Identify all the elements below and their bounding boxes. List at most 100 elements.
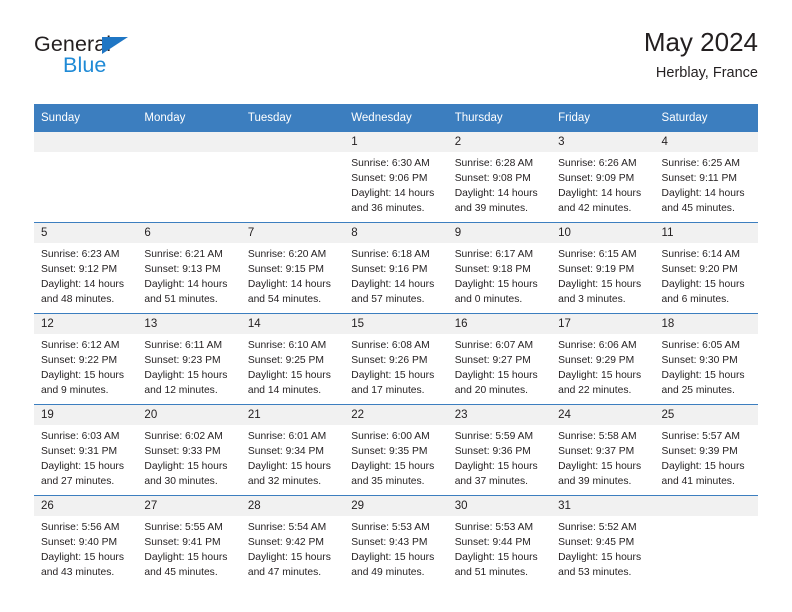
calendar-day-cell[interactable]: 18 Sunrise: 6:05 AM Sunset: 9:30 PM Dayligh…: [654, 313, 758, 405]
daylight-text-line2: and 41 minutes.: [661, 476, 735, 488]
calendar-day-cell[interactable]: 31 Sunrise: 5:52 AM Sunset: 9:45 PM Dayligh…: [551, 495, 655, 586]
calendar-day-cell[interactable]: 24 Sunrise: 5:58 AM Sunset: 9:37 PM Dayligh…: [551, 404, 655, 496]
sunset-text: Sunset: 9:12 PM: [41, 264, 118, 276]
day-number: 1: [344, 132, 448, 153]
daylight-text-line2: and 17 minutes.: [351, 385, 425, 397]
calendar-week-row: 12 Sunrise: 6:12 AM Sunset: 9:22 PM Dayligh…: [34, 313, 758, 405]
day-number: 11: [654, 223, 758, 244]
daylight-text-line2: and 20 minutes.: [454, 385, 528, 397]
calendar-day-cell[interactable]: 1 Sunrise: 6:30 AM Sunset: 9:06 PM Daylight…: [344, 132, 448, 223]
weekday-header-monday: Monday: [137, 104, 241, 132]
calendar-day-cell[interactable]: 4 Sunrise: 6:25 AM Sunset: 9:11 PM Daylight…: [654, 132, 758, 223]
day-details: Sunrise: 6:28 AM Sunset: 9:08 PM Daylight:…: [448, 152, 551, 216]
calendar-day-cell[interactable]: 28 Sunrise: 5:54 AM Sunset: 9:42 PM Dayligh…: [240, 495, 345, 586]
calendar-day-cell[interactable]: 2 Sunrise: 6:28 AM Sunset: 9:08 PM Daylight…: [447, 132, 552, 223]
calendar-day-cell[interactable]: 15 Sunrise: 6:08 AM Sunset: 9:26 PM Dayligh…: [344, 313, 448, 405]
logo-triangle-icon: [102, 37, 128, 54]
day-number: 24: [551, 405, 655, 426]
daylight-text-line1: Daylight: 14 hours: [661, 188, 745, 200]
calendar-day-cell[interactable]: 23 Sunrise: 5:59 AM Sunset: 9:36 PM Dayligh…: [447, 404, 552, 496]
calendar-day-cell-empty: [137, 132, 241, 223]
calendar-week-row: 5 Sunrise: 6:23 AM Sunset: 9:12 PM Daylight…: [34, 222, 758, 314]
day-number: 22: [344, 405, 448, 426]
sunset-text: Sunset: 9:39 PM: [661, 446, 738, 458]
calendar-day-cell[interactable]: 10 Sunrise: 6:15 AM Sunset: 9:19 PM Dayligh…: [551, 222, 655, 314]
calendar-day-cell[interactable]: 13 Sunrise: 6:11 AM Sunset: 9:23 PM Dayligh…: [137, 313, 241, 405]
day-details: Sunrise: 5:55 AM Sunset: 9:41 PM Daylight:…: [137, 516, 240, 580]
daylight-text-line2: and 45 minutes.: [144, 567, 218, 579]
daylight-text-line1: Daylight: 15 hours: [41, 370, 124, 382]
daylight-text-line2: and 36 minutes.: [351, 203, 425, 215]
sunrise-text: Sunrise: 6:00 AM: [351, 431, 430, 443]
day-details: Sunrise: 6:23 AM Sunset: 9:12 PM Daylight:…: [34, 243, 137, 307]
day-number: 17: [551, 314, 655, 335]
calendar-day-cell[interactable]: 22 Sunrise: 6:00 AM Sunset: 9:35 PM Dayligh…: [344, 404, 448, 496]
sunrise-text: Sunrise: 6:14 AM: [661, 249, 740, 261]
calendar-day-cell[interactable]: 5 Sunrise: 6:23 AM Sunset: 9:12 PM Daylight…: [34, 222, 138, 314]
calendar-day-cell[interactable]: 19 Sunrise: 6:03 AM Sunset: 9:31 PM Dayligh…: [34, 404, 138, 496]
sunrise-text: Sunrise: 6:05 AM: [661, 340, 740, 352]
calendar-day-cell-empty: [240, 132, 345, 223]
sunset-text: Sunset: 9:19 PM: [558, 264, 635, 276]
sunrise-text: Sunrise: 6:10 AM: [247, 340, 327, 352]
day-number: 14: [240, 314, 345, 335]
general-blue-logo: General Blue: [34, 33, 234, 90]
calendar-day-cell[interactable]: 30 Sunrise: 5:53 AM Sunset: 9:44 PM Dayligh…: [447, 495, 552, 586]
calendar-day-cell[interactable]: 14 Sunrise: 6:10 AM Sunset: 9:25 PM Dayligh…: [240, 313, 345, 405]
calendar-body: 1 Sunrise: 6:30 AM Sunset: 9:06 PM Daylight…: [34, 132, 758, 586]
day-details: Sunrise: 5:58 AM Sunset: 9:37 PM Daylight:…: [551, 425, 654, 489]
daylight-text-line2: and 51 minutes.: [454, 567, 528, 579]
sunset-text: Sunset: 9:13 PM: [144, 264, 221, 276]
day-number: 8: [344, 223, 448, 244]
daylight-text-line1: Daylight: 14 hours: [247, 279, 331, 291]
weekday-header-saturday: Saturday: [654, 104, 758, 132]
day-details: Sunrise: 6:18 AM Sunset: 9:16 PM Daylight:…: [344, 243, 447, 307]
calendar-day-cell[interactable]: 8 Sunrise: 6:18 AM Sunset: 9:16 PM Daylight…: [344, 222, 448, 314]
sunset-text: Sunset: 9:06 PM: [351, 173, 428, 185]
calendar-day-cell[interactable]: 3 Sunrise: 6:26 AM Sunset: 9:09 PM Daylight…: [551, 132, 655, 223]
weekday-header-friday: Friday: [551, 104, 655, 132]
calendar-day-cell[interactable]: 17 Sunrise: 6:06 AM Sunset: 9:29 PM Dayligh…: [551, 313, 655, 405]
daylight-text-line2: and 42 minutes.: [558, 203, 632, 215]
sunrise-text: Sunrise: 6:08 AM: [351, 340, 430, 352]
calendar-day-cell[interactable]: 11 Sunrise: 6:14 AM Sunset: 9:20 PM Dayligh…: [654, 222, 758, 314]
daylight-text-line2: and 12 minutes.: [144, 385, 218, 397]
sunset-text: Sunset: 9:44 PM: [454, 537, 531, 549]
day-details: Sunrise: 6:07 AM Sunset: 9:27 PM Daylight:…: [448, 334, 551, 398]
calendar-day-cell[interactable]: 6 Sunrise: 6:21 AM Sunset: 9:13 PM Daylight…: [137, 222, 241, 314]
sunset-text: Sunset: 9:25 PM: [247, 355, 324, 367]
calendar-day-cell[interactable]: 7 Sunrise: 6:20 AM Sunset: 9:15 PM Daylight…: [240, 222, 345, 314]
day-number: 10: [551, 223, 655, 244]
calendar-day-cell[interactable]: 27 Sunrise: 5:55 AM Sunset: 9:41 PM Dayligh…: [137, 495, 241, 586]
calendar-day-cell[interactable]: 16 Sunrise: 6:07 AM Sunset: 9:27 PM Dayligh…: [447, 313, 552, 405]
calendar-day-cell[interactable]: 29 Sunrise: 5:53 AM Sunset: 9:43 PM Dayligh…: [344, 495, 448, 586]
daylight-text-line1: Daylight: 15 hours: [351, 370, 435, 382]
calendar-day-cell[interactable]: 25 Sunrise: 5:57 AM Sunset: 9:39 PM Dayligh…: [654, 404, 758, 496]
calendar-week-row: 1 Sunrise: 6:30 AM Sunset: 9:06 PM Daylight…: [34, 132, 758, 223]
day-number: 21: [240, 405, 345, 426]
sunset-text: Sunset: 9:40 PM: [41, 537, 118, 549]
day-number: 3: [551, 132, 655, 153]
sunset-text: Sunset: 9:41 PM: [144, 537, 221, 549]
sunset-text: Sunset: 9:43 PM: [351, 537, 428, 549]
daylight-text-line1: Daylight: 14 hours: [144, 279, 228, 291]
calendar-day-cell[interactable]: 9 Sunrise: 6:17 AM Sunset: 9:18 PM Daylight…: [447, 222, 552, 314]
daylight-text-line1: Daylight: 15 hours: [247, 370, 331, 382]
day-details: Sunrise: 6:06 AM Sunset: 9:29 PM Daylight:…: [551, 334, 654, 398]
sunrise-text: Sunrise: 6:26 AM: [558, 158, 637, 170]
daylight-text-line2: and 25 minutes.: [661, 385, 735, 397]
sunset-text: Sunset: 9:35 PM: [351, 446, 428, 458]
daylight-text-line2: and 54 minutes.: [247, 294, 322, 306]
day-details: Sunrise: 6:30 AM Sunset: 9:06 PM Daylight:…: [344, 152, 447, 216]
sunset-text: Sunset: 9:08 PM: [454, 173, 531, 185]
calendar-day-cell[interactable]: 21 Sunrise: 6:01 AM Sunset: 9:34 PM Dayligh…: [240, 404, 345, 496]
sunset-text: Sunset: 9:23 PM: [144, 355, 221, 367]
day-details: Sunrise: 6:20 AM Sunset: 9:15 PM Daylight:…: [241, 243, 344, 307]
daylight-text-line2: and 51 minutes.: [144, 294, 218, 306]
daylight-text-line2: and 53 minutes.: [558, 567, 632, 579]
calendar-day-cell[interactable]: 20 Sunrise: 6:02 AM Sunset: 9:33 PM Dayligh…: [137, 404, 241, 496]
daylight-text-line2: and 45 minutes.: [661, 203, 735, 215]
calendar-day-cell[interactable]: 26 Sunrise: 5:56 AM Sunset: 9:40 PM Dayligh…: [34, 495, 138, 586]
sunrise-text: Sunrise: 6:17 AM: [454, 249, 534, 261]
calendar-day-cell[interactable]: 12 Sunrise: 6:12 AM Sunset: 9:22 PM Dayligh…: [34, 313, 138, 405]
